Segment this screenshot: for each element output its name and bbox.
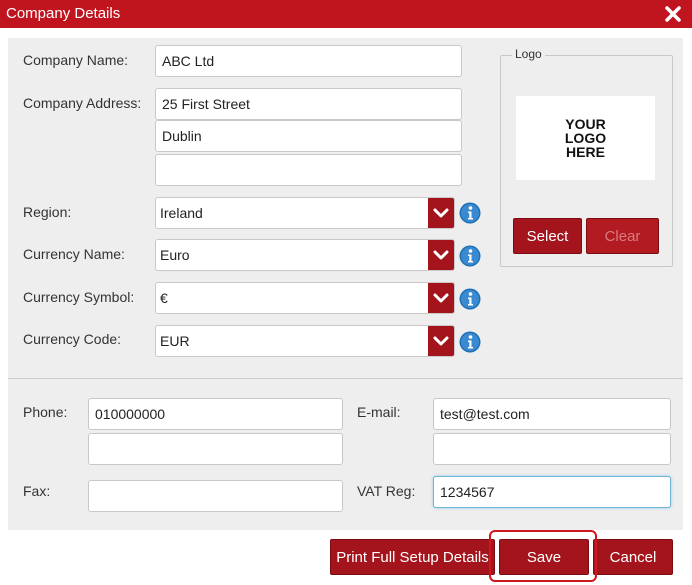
info-icon[interactable] bbox=[459, 288, 481, 310]
phone-input[interactable]: 010000000 bbox=[88, 398, 343, 430]
chevron-down-icon[interactable] bbox=[428, 198, 454, 228]
chevron-down-icon[interactable] bbox=[428, 326, 454, 356]
address-line3-input[interactable] bbox=[155, 154, 462, 186]
region-value: Ireland bbox=[160, 205, 203, 221]
company-address-label: Company Address: bbox=[23, 95, 142, 111]
email-input-2[interactable] bbox=[433, 433, 671, 465]
close-icon[interactable] bbox=[662, 3, 684, 25]
logo-placeholder-image: YOUR LOGO HERE bbox=[516, 96, 655, 180]
region-select[interactable]: Ireland bbox=[155, 197, 455, 229]
info-icon[interactable] bbox=[459, 245, 481, 267]
address-line2-input[interactable]: Dublin bbox=[155, 120, 462, 152]
currency-name-select[interactable]: Euro bbox=[155, 239, 455, 271]
vat-reg-label: VAT Reg: bbox=[357, 483, 416, 499]
info-icon[interactable] bbox=[459, 331, 481, 353]
logo-legend: Logo bbox=[512, 47, 545, 61]
fax-label: Fax: bbox=[23, 483, 51, 499]
vat-reg-input[interactable]: 1234567 bbox=[433, 476, 671, 508]
info-icon[interactable] bbox=[459, 202, 481, 224]
currency-name-value: Euro bbox=[160, 247, 190, 263]
phone-label: Phone: bbox=[23, 404, 68, 420]
section-divider bbox=[8, 378, 683, 379]
address-line1-input[interactable]: 25 First Street bbox=[155, 88, 462, 120]
select-logo-button[interactable]: Select bbox=[513, 218, 582, 254]
email-input[interactable]: test@test.com bbox=[433, 398, 671, 430]
currency-symbol-select[interactable]: € bbox=[155, 282, 455, 314]
currency-symbol-value: € bbox=[160, 290, 168, 306]
chevron-down-icon[interactable] bbox=[428, 283, 454, 313]
company-name-label: Company Name: bbox=[23, 52, 129, 68]
company-name-input[interactable]: ABC Ltd bbox=[155, 45, 462, 77]
currency-code-value: EUR bbox=[160, 333, 190, 349]
currency-symbol-label: Currency Symbol: bbox=[23, 289, 135, 305]
currency-name-label: Currency Name: bbox=[23, 246, 125, 262]
cancel-button[interactable]: Cancel bbox=[593, 539, 673, 575]
phone-input-2[interactable] bbox=[88, 433, 343, 465]
email-label: E-mail: bbox=[357, 404, 401, 420]
region-label: Region: bbox=[23, 204, 72, 220]
currency-code-label: Currency Code: bbox=[23, 331, 122, 347]
save-highlight-box bbox=[489, 530, 597, 582]
clear-logo-button[interactable]: Clear bbox=[586, 218, 659, 254]
print-setup-button[interactable]: Print Full Setup Details bbox=[330, 539, 495, 575]
dialog-title: Company Details bbox=[6, 5, 121, 22]
chevron-down-icon[interactable] bbox=[428, 240, 454, 270]
currency-code-select[interactable]: EUR bbox=[155, 325, 455, 357]
fax-input[interactable] bbox=[88, 480, 343, 512]
title-bar: Company Details bbox=[0, 0, 692, 28]
